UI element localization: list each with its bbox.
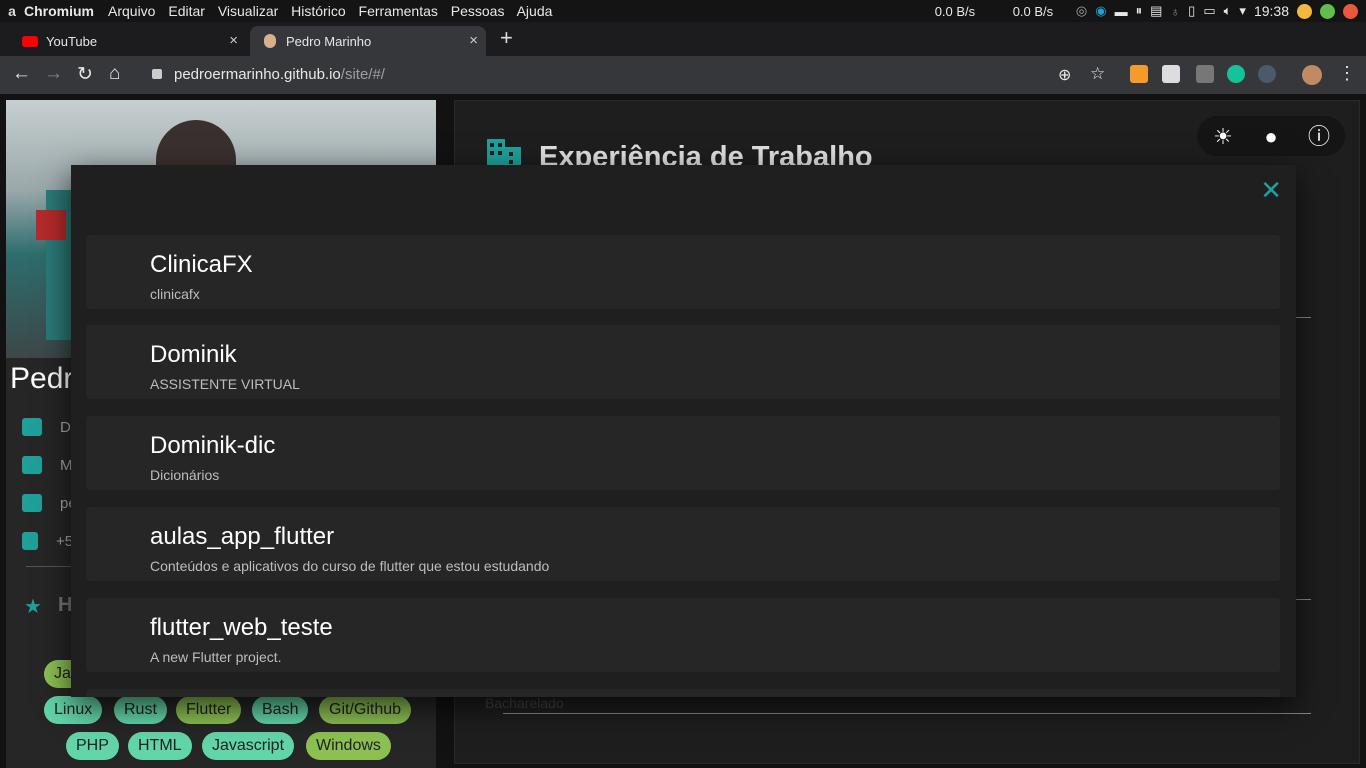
tab-pedro-marinho[interactable]: Pedro Marinho × — [250, 26, 486, 56]
education-degree: Bacharelado — [485, 695, 564, 711]
skill-chip: Flutter — [176, 696, 242, 724]
new-tab-button[interactable]: + — [500, 25, 513, 51]
skill-chip: Linux — [44, 696, 103, 724]
repo-item[interactable]: Dominik-dic Dicionários — [86, 416, 1280, 490]
repo-description: Conteúdos e aplicativos do curso de flut… — [150, 558, 550, 574]
clipboard-icon[interactable]: ▬ — [1115, 4, 1128, 19]
rss-icon[interactable] — [1130, 65, 1148, 83]
menu-kebab-icon[interactable]: ⋮ — [1338, 63, 1356, 84]
screen-icon[interactable]: ▭ — [1203, 3, 1215, 19]
forward-arrow-icon[interactable]: → — [44, 63, 63, 85]
owl-icon[interactable] — [1258, 65, 1276, 83]
skill-chip: PHP — [66, 732, 119, 760]
avatar-favicon-icon — [264, 34, 276, 48]
info-icon[interactable]: ⓘ — [1307, 125, 1331, 149]
close-window-icon[interactable] — [1343, 3, 1358, 19]
brightness-icon[interactable]: ☀ — [1211, 125, 1235, 149]
address-bar-row: ← → ↻ ⌂ pedroermarinho.github.io/site/#/… — [0, 56, 1366, 94]
skill-chip: Javascript — [202, 732, 295, 760]
chevron-down-icon[interactable]: ▾ — [1239, 3, 1246, 19]
pencil-icon[interactable] — [1196, 65, 1214, 83]
skill-chip: Rust — [114, 696, 167, 724]
tab-label: Pedro Marinho — [286, 33, 372, 49]
os-tray: 0.0 B/s 0.0 B/s ◎ ◉ ▬ ⏸ ▤ ♁ ▯ ▭ 🔈︎ ▾ 19:… — [920, 0, 1366, 22]
youtube-favicon-icon — [22, 35, 38, 47]
repo-item-partial[interactable] — [86, 689, 1280, 697]
mail-icon — [22, 494, 42, 512]
url-field[interactable]: pedroermarinho.github.io/site/#/ — [174, 66, 385, 83]
menu-ferramentas[interactable]: Ferramentas — [359, 3, 438, 19]
notes-icon[interactable]: ▤ — [1150, 3, 1162, 19]
repo-description: A new Flutter project. — [150, 649, 282, 665]
circle-icon[interactable]: ◎ — [1076, 3, 1087, 19]
menu-ajuda[interactable]: Ajuda — [517, 3, 553, 19]
github-repos-dialog: ✕ ClinicaFX clinicafx Dominik ASSISTENTE… — [71, 165, 1296, 697]
menu-arquivo[interactable]: Arquivo — [108, 3, 155, 19]
app-menu: Arquivo Editar Visualizar Histórico Ferr… — [108, 3, 561, 19]
add-icon[interactable]: ⊕ — [1058, 65, 1071, 85]
tab-youtube[interactable]: YouTube × — [8, 26, 246, 56]
os-top-bar: a Chromium Arquivo Editar Visualizar His… — [0, 0, 1366, 22]
repo-name: ClinicaFX — [150, 251, 253, 278]
skill-chip: Bash — [252, 696, 309, 724]
menu-pessoas[interactable]: Pessoas — [451, 3, 505, 19]
url-path: /site/#/ — [340, 66, 385, 83]
net-down-speed: 0.0 B/s — [934, 3, 976, 19]
star-icon[interactable]: ☆ — [1090, 64, 1105, 84]
reload-icon[interactable]: ↻ — [77, 63, 93, 86]
profile-name: Pedr — [10, 362, 74, 395]
menu-historico[interactable]: Histórico — [291, 3, 345, 19]
toolbar-pill: ☀ ● ⓘ — [1197, 116, 1345, 156]
repo-item[interactable]: flutter_web_teste A new Flutter project. — [86, 598, 1280, 672]
bulb-icon[interactable]: ♁ — [1170, 4, 1180, 19]
repo-description: clinicafx — [150, 286, 200, 302]
back-arrow-icon[interactable]: ← — [12, 63, 31, 85]
divider — [503, 713, 1311, 714]
screenshot-icon[interactable] — [1162, 65, 1180, 83]
briefcase-icon — [22, 418, 42, 436]
github-icon[interactable]: ● — [1259, 125, 1283, 149]
pause-icon[interactable]: ⏸ — [1136, 3, 1143, 19]
url-host: pedroermarinho.github.io — [174, 66, 341, 83]
repo-item[interactable]: aulas_app_flutter Conteúdos e aplicativo… — [86, 507, 1280, 581]
skill-chip: Git/Github — [319, 696, 412, 724]
star-icon: ★ — [24, 596, 42, 618]
clock[interactable]: 19:38 — [1254, 3, 1289, 19]
repo-name: Dominik — [150, 341, 237, 368]
close-tab-icon[interactable]: × — [229, 32, 238, 49]
close-icon[interactable]: ✕ — [1260, 175, 1282, 206]
repo-name: aulas_app_flutter — [150, 523, 335, 550]
os-logo-icon[interactable]: a — [0, 3, 24, 19]
volume-icon[interactable]: 🔈︎ — [1224, 3, 1232, 19]
menu-visualizar[interactable]: Visualizar — [218, 3, 278, 19]
skill-chip: HTML — [128, 732, 192, 760]
grammarly-icon[interactable] — [1227, 65, 1245, 83]
lock-icon[interactable] — [152, 69, 162, 79]
app-name[interactable]: Chromium — [24, 3, 94, 19]
phone-icon — [22, 532, 38, 550]
profile-avatar[interactable] — [1302, 65, 1322, 85]
close-tab-icon[interactable]: × — [469, 32, 478, 49]
edge-sync-icon[interactable]: ◉ — [1095, 3, 1106, 19]
home-icon — [22, 456, 42, 474]
skill-chip: Windows — [306, 732, 391, 760]
repo-name: Dominik-dic — [150, 432, 276, 459]
menu-editar[interactable]: Editar — [168, 3, 205, 19]
minimize-window-icon[interactable] — [1297, 3, 1312, 19]
repo-item[interactable]: ClinicaFX clinicafx — [86, 235, 1280, 309]
repo-description: ASSISTENTE VIRTUAL — [150, 376, 300, 392]
repo-item[interactable]: Dominik ASSISTENTE VIRTUAL — [86, 325, 1280, 399]
repo-description: Dicionários — [150, 467, 220, 483]
net-up-speed: 0.0 B/s — [1012, 3, 1054, 19]
home-icon[interactable]: ⌂ — [109, 63, 120, 85]
repo-name: flutter_web_teste — [150, 614, 333, 641]
tab-label: YouTube — [46, 33, 98, 49]
tab-bar: YouTube × Pedro Marinho × + — [0, 22, 1366, 56]
phone-icon[interactable]: ▯ — [1188, 3, 1195, 19]
maximize-window-icon[interactable] — [1320, 3, 1335, 19]
